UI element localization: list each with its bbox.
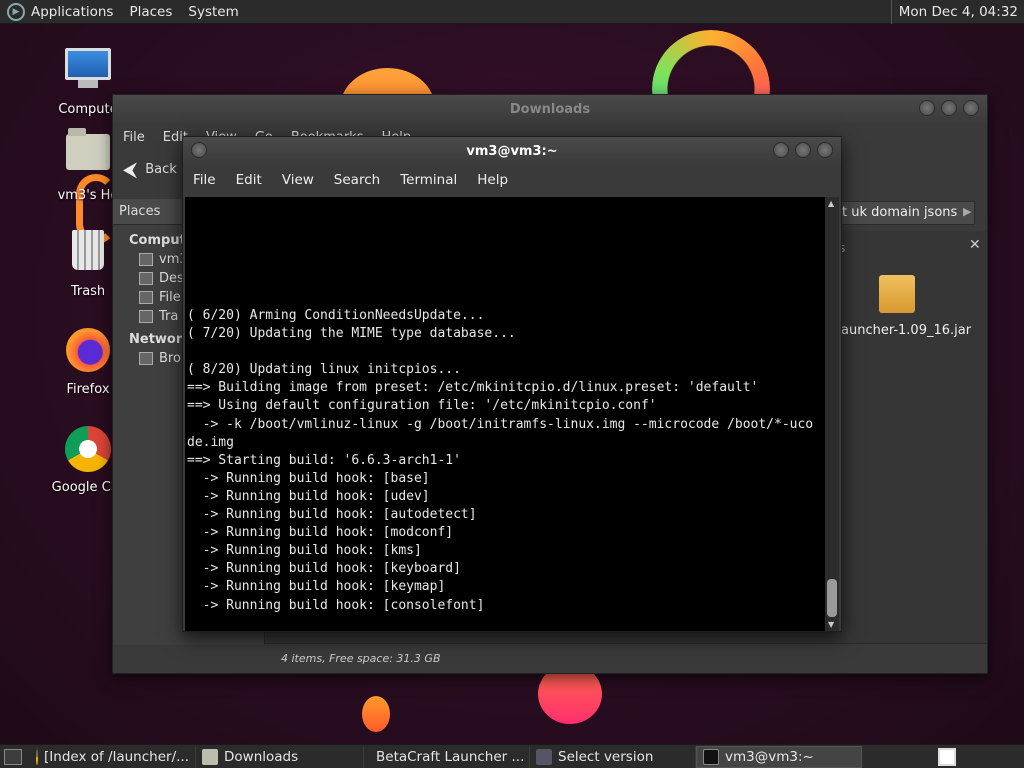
scroll-down-icon[interactable]: ▼ [828, 620, 834, 629]
terminal-line: ==> Building image from preset: /etc/mki… [187, 380, 759, 396]
folder-icon [202, 748, 218, 765]
terminal-line: -> -k /boot/vmlinuz-linux -g /boot/initr… [187, 416, 814, 432]
home-folder-icon [64, 128, 112, 182]
file-item-label[interactable]: auncher-1.09_16.jar [841, 323, 971, 338]
close-tab-icon[interactable]: ✕ [969, 237, 981, 253]
terminal-line: ==> Starting build: '6.6.3-arch1-1' [187, 452, 461, 468]
terminal-line: ( 8/20) Updating linux initcpios... [187, 362, 461, 378]
taskbar-item-select-version[interactable]: Select version [530, 745, 696, 768]
minimize-icon[interactable] [919, 100, 935, 116]
menu-help[interactable]: Help [477, 172, 508, 188]
desktop-icon-label: Firefox [66, 382, 110, 397]
sidebar-item-label: Des [159, 271, 184, 286]
chrome-icon [36, 748, 39, 765]
jar-file-icon[interactable] [879, 275, 915, 313]
taskbar-item-terminal[interactable]: vm3@vm3:~ [696, 745, 862, 768]
clock[interactable]: Mon Dec 4, 04:32 [890, 0, 1024, 24]
wallpaper-shape [362, 696, 390, 732]
trash-icon [139, 310, 153, 323]
maximize-icon[interactable] [795, 142, 811, 158]
terminal-line: -> Running build hook: [udev] [187, 488, 430, 504]
top-panel: ▶ Applications Places System Mon Dec 4, … [0, 0, 1024, 24]
terminal-line: -> Running build hook: [consolefont] [187, 597, 485, 613]
terminal-line: -> Running build hook: [base] [187, 470, 430, 486]
taskbar-item-label: Select version [558, 748, 654, 765]
sidebar-item-label: Bro [159, 351, 181, 366]
desktop-icon-label: Trash [70, 284, 106, 299]
window-titlebar[interactable]: vm3@vm3:~ [183, 137, 841, 165]
window-title: vm3@vm3:~ [466, 143, 558, 159]
window-titlebar[interactable]: Downloads [113, 95, 987, 123]
taskbar-item-label: BetaCraft Launcher ... [376, 748, 525, 765]
desktop-icon-label: Compute [58, 102, 118, 117]
taskbar-item-label: vm3@vm3:~ [725, 748, 814, 765]
menu-system[interactable]: System [188, 4, 238, 20]
minimize-icon[interactable] [773, 142, 789, 158]
terminal-window: vm3@vm3:~ File Edit View Search Terminal… [182, 136, 842, 632]
network-icon [139, 352, 153, 365]
scrollbar[interactable]: ▲ ▼ [825, 197, 839, 631]
taskbar-item-betacraft[interactable]: BetaCraft Launcher ... [364, 745, 530, 768]
terminal-line: ==> Using default configuration file: '/… [187, 398, 657, 414]
menu-file[interactable]: File [193, 172, 216, 188]
sidebar-item-label: File [159, 290, 181, 305]
computer-icon [64, 48, 112, 96]
back-button[interactable]: Back [145, 162, 177, 177]
chrome-icon [64, 426, 112, 474]
terminal-line: -> Running build hook: [keymap] [187, 579, 446, 595]
trash-icon [64, 230, 112, 278]
close-icon[interactable] [817, 142, 833, 158]
menu-edit[interactable]: Edit [236, 172, 262, 188]
drive-icon [139, 291, 153, 304]
scroll-up-icon[interactable]: ▲ [828, 199, 834, 208]
menu-file[interactable]: File [123, 130, 145, 145]
menu-view[interactable]: View [282, 172, 314, 188]
firefox-icon [64, 328, 112, 376]
terminal-line: de.img [187, 434, 234, 450]
taskbar-item-browser[interactable]: [Index of /launcher/... [30, 745, 196, 768]
terminal-line: -> Running build hook: [kms] [187, 543, 422, 559]
workspace-switcher[interactable] [938, 747, 956, 766]
sidebar-item-label: Tra [159, 309, 179, 324]
chevron-right-icon[interactable]: ▶ [963, 205, 971, 218]
taskbar-item-label: [Index of /launcher/... [44, 748, 189, 765]
menu-applications[interactable]: Applications [31, 4, 113, 20]
back-arrow-icon[interactable]: ⮜ [123, 157, 137, 181]
desktop-icon-label: vm3's Ho [57, 188, 119, 203]
menu-search[interactable]: Search [334, 172, 380, 188]
java-icon [536, 748, 552, 765]
terminal-line: -> Running build hook: [modconf] [187, 525, 454, 541]
taskbar-item-downloads[interactable]: Downloads [196, 745, 364, 768]
terminal-line: -> Running build hook: [autodetect] [187, 507, 477, 523]
menubar: File Edit View Search Terminal Help [183, 165, 841, 195]
close-icon[interactable] [963, 100, 979, 116]
window-title: Downloads [509, 101, 591, 117]
status-bar: 4 items, Free space: 31.3 GB [265, 643, 987, 673]
terminal-line: ( 7/20) Updating the MIME type database.… [187, 326, 516, 342]
taskbar-item-label: Downloads [224, 748, 299, 765]
window-menu-icon[interactable] [191, 142, 207, 158]
terminal-icon [703, 748, 719, 765]
menu-terminal[interactable]: Terminal [400, 172, 457, 188]
menu-places[interactable]: Places [129, 4, 172, 20]
show-desktop-icon[interactable] [4, 748, 22, 765]
terminal-line: -> Running build hook: [keyboard] [187, 561, 461, 577]
path-bar-button[interactable]: t uk domain jsons [835, 201, 975, 225]
maximize-icon[interactable] [941, 100, 957, 116]
terminal-line: ( 6/20) Arming ConditionNeedsUpdate... [187, 308, 485, 323]
distro-logo-icon[interactable]: ▶ [7, 2, 25, 21]
scrollbar-thumb[interactable] [827, 579, 837, 617]
home-icon [139, 253, 153, 266]
terminal-output[interactable]: ( 6/20) Arming ConditionNeedsUpdate... ( … [185, 197, 827, 631]
bottom-taskbar: [Index of /launcher/... Downloads BetaCr… [0, 744, 1024, 768]
desktop-icon [139, 272, 153, 285]
